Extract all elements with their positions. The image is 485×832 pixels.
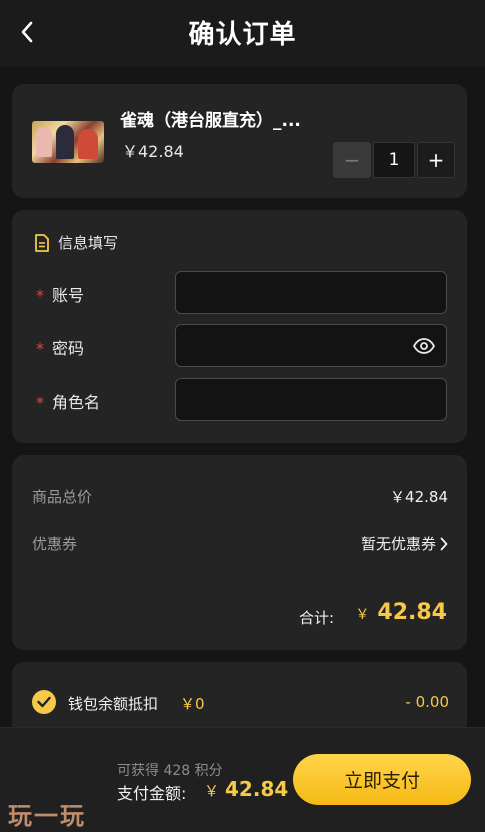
required-mark: *	[36, 339, 44, 358]
product-price: ￥42.84	[122, 142, 184, 161]
chevron-right-icon	[440, 537, 448, 550]
price-summary-card: 商品总价 ￥42.84 优惠券 暂无优惠券 合计: ￥ 42.84	[12, 455, 467, 650]
coupon-value: 暂无优惠券	[360, 535, 436, 553]
account-label: * 账号	[36, 286, 85, 305]
account-input[interactable]	[175, 271, 447, 314]
product-card: 雀魂（港台服直充）_... ￥42.84 − 1 +	[12, 84, 467, 198]
role-name-label: * 角色名	[36, 393, 101, 412]
toggle-password-visibility-button[interactable]	[412, 335, 436, 357]
checkmark-icon	[37, 696, 51, 708]
info-section-heading: 信息填写	[34, 232, 118, 253]
wallet-label: 钱包余额抵扣	[68, 695, 159, 713]
required-mark: *	[36, 393, 44, 412]
role-name-row: * 角色名	[36, 378, 456, 422]
password-input[interactable]	[175, 324, 447, 367]
wallet-balance: ￥0	[180, 695, 205, 713]
info-form-card: 信息填写 * 账号 * 密码 * 角色名	[12, 210, 467, 443]
decrease-quantity-button[interactable]: −	[333, 142, 371, 178]
pay-amount-label: 支付金额:	[117, 784, 187, 803]
pay-currency: ￥	[204, 782, 220, 800]
page-title: 确认订单	[188, 20, 297, 50]
account-row: * 账号	[36, 271, 456, 315]
quantity-stepper: − 1 +	[333, 142, 455, 178]
subtotal-row: 商品总价 ￥42.84	[32, 484, 448, 508]
total-value: 42.84	[377, 600, 447, 625]
role-name-input[interactable]	[175, 378, 447, 421]
pay-now-button[interactable]: 立即支付	[293, 754, 471, 805]
eye-icon	[413, 338, 435, 354]
watermark-logo: 玩一玩	[8, 801, 86, 830]
total-currency: ￥	[355, 607, 370, 623]
product-name: 雀魂（港台服直充）_...	[120, 111, 301, 131]
pay-amount: ￥ 42.84	[204, 777, 288, 801]
required-mark: *	[36, 286, 44, 305]
coupon-label: 优惠券	[32, 535, 78, 553]
password-label: * 密码	[36, 339, 85, 358]
info-section-title: 信息填写	[58, 234, 119, 252]
subtotal-label: 商品总价	[32, 488, 93, 506]
wallet-checkbox[interactable]	[32, 690, 56, 714]
coupon-row: 优惠券 暂无优惠券	[32, 531, 448, 555]
password-row: * 密码	[36, 324, 456, 368]
product-thumbnail[interactable]	[32, 121, 104, 163]
pay-amount-value: 42.84	[225, 777, 289, 801]
total-amount: ￥ 42.84	[355, 600, 447, 625]
subtotal-value: ￥42.84	[390, 488, 448, 506]
document-icon	[35, 233, 49, 252]
top-nav-bar: 确认订单	[0, 0, 485, 66]
wallet-deduction-amount: - 0.00	[405, 693, 449, 711]
increase-quantity-button[interactable]: +	[417, 142, 455, 178]
coupon-selector[interactable]: 暂无优惠券	[361, 533, 448, 554]
quantity-value[interactable]: 1	[373, 142, 415, 178]
total-label: 合计:	[299, 609, 335, 627]
